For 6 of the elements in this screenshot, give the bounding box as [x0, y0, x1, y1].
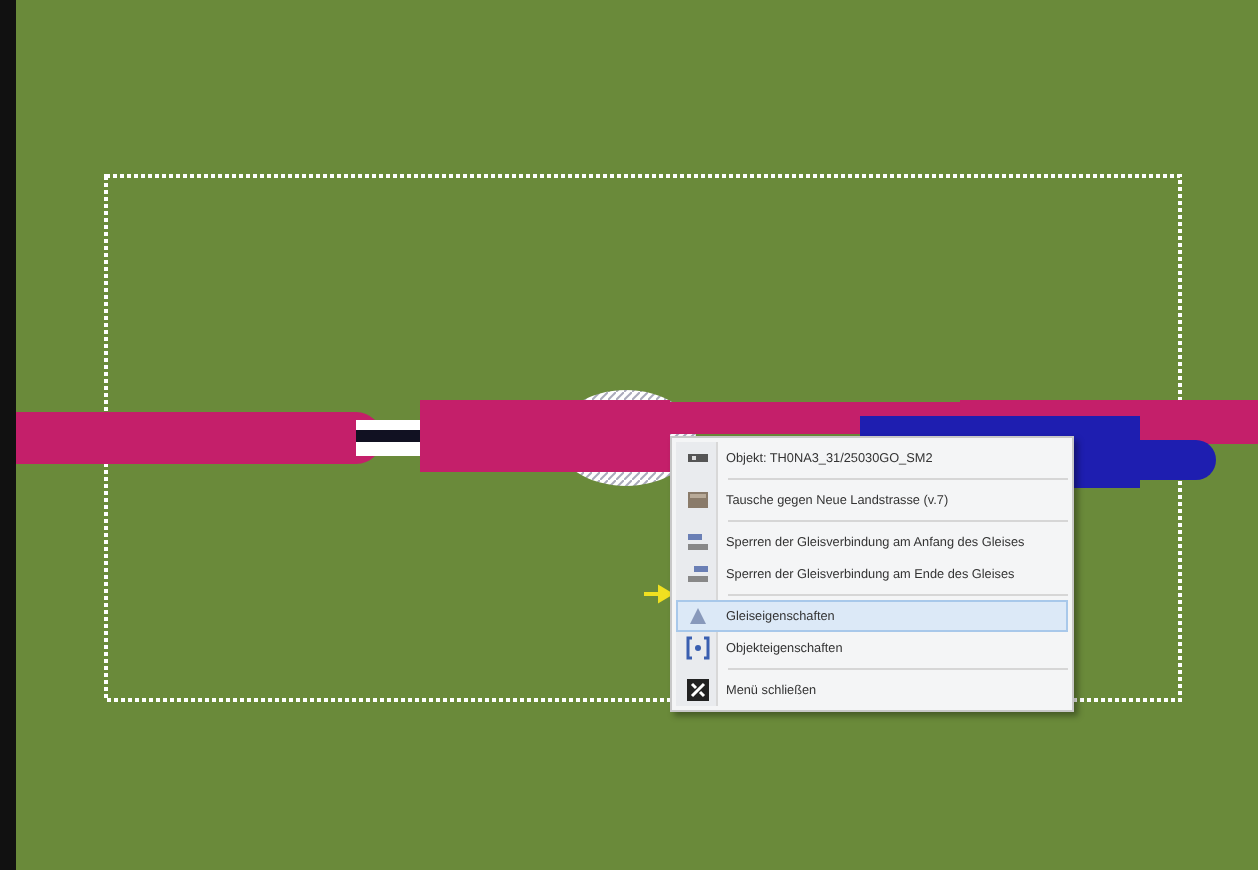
swap-icon	[686, 488, 710, 512]
close-icon	[686, 678, 710, 702]
object-props-icon	[686, 636, 710, 660]
pointer-marker	[642, 586, 674, 602]
lock-start-icon	[686, 530, 710, 554]
lock-end-icon	[686, 562, 710, 586]
